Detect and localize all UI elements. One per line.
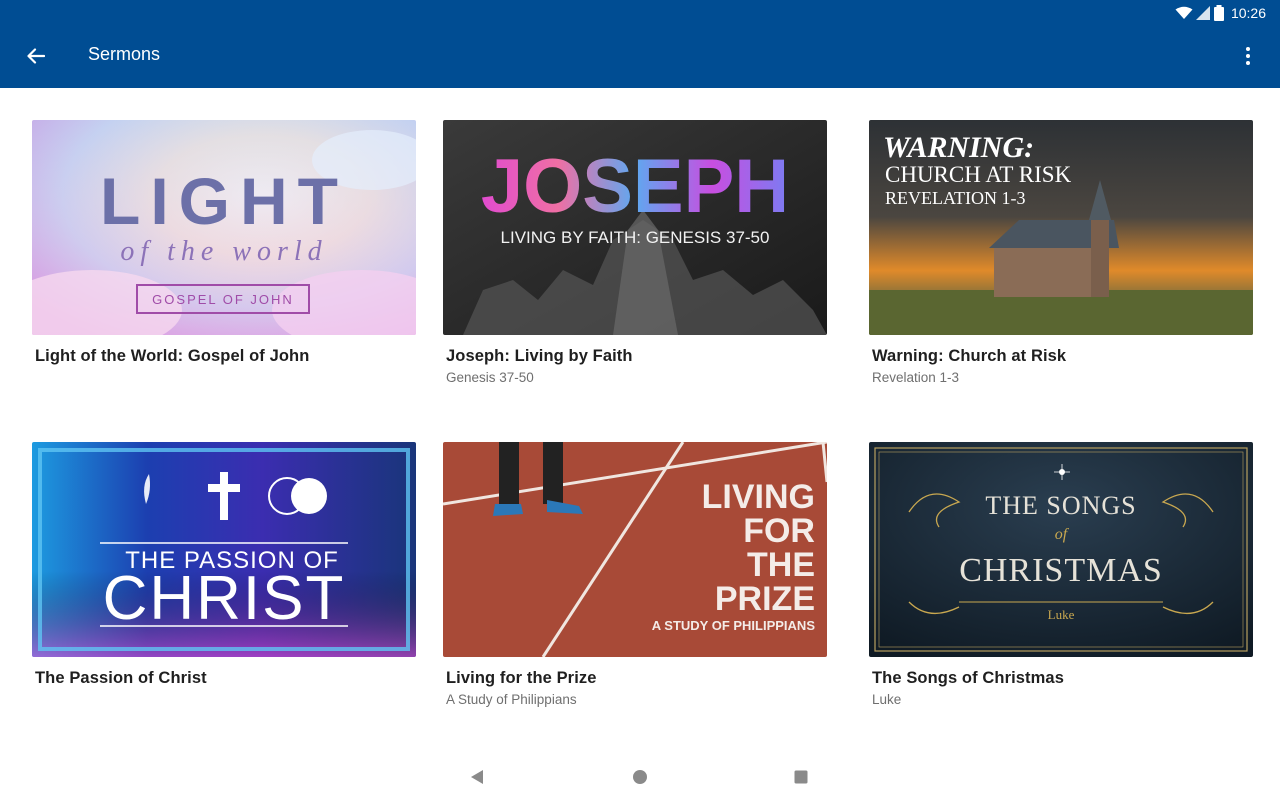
- sermon-title: Joseph: Living by Faith: [446, 347, 633, 365]
- sermon-card-light-of-the-world[interactable]: LIGHT of the world GOSPEL OF JOHN Light …: [32, 120, 416, 366]
- sermon-thumbnail: THE SONGS of CHRISTMAS Luke: [869, 442, 1253, 657]
- sermon-card-warning[interactable]: WARNING: CHURCH AT RISK REVELATION 1-3 W…: [869, 120, 1253, 385]
- art-line-5: A STUDY OF PHILIPPIANS: [652, 618, 816, 633]
- art-line-1: LIGHT: [100, 164, 348, 238]
- sermon-title: The Songs of Christmas: [872, 669, 1064, 687]
- sermon-card-passion-of-christ[interactable]: THE PASSION OF CHRIST The Passion of Chr…: [32, 442, 416, 688]
- sermon-title: Living for the Prize: [446, 669, 597, 687]
- recents-square-icon: [794, 770, 808, 784]
- art-line-3: REVELATION 1-3: [885, 188, 1025, 208]
- sermon-title: The Passion of Christ: [35, 669, 207, 687]
- sermon-thumbnail: WARNING: CHURCH AT RISK REVELATION 1-3: [869, 120, 1253, 335]
- sermon-thumbnail: LIVING FOR THE PRIZE A STUDY OF PHILIPPI…: [443, 442, 827, 657]
- sermon-title: Light of the World: Gospel of John: [35, 347, 310, 365]
- sermon-subtitle: Luke: [872, 692, 902, 707]
- sermon-title: Warning: Church at Risk: [872, 347, 1067, 365]
- home-circle-icon: [633, 770, 647, 784]
- sermon-subtitle: A Study of Philippians: [446, 692, 577, 707]
- back-button[interactable]: [20, 40, 52, 72]
- art-line-4: PRIZE: [715, 580, 815, 618]
- sermon-card-joseph[interactable]: JOSEPH LIVING BY FAITH: GENESIS 37-50 Jo…: [443, 120, 827, 385]
- sermon-card-songs-of-christmas[interactable]: THE SONGS of CHRISTMAS Luke The Songs of…: [869, 442, 1253, 707]
- sermon-thumbnail: JOSEPH LIVING BY FAITH: GENESIS 37-50: [443, 120, 827, 335]
- nav-recents-button[interactable]: [790, 766, 812, 788]
- more-vert-icon: [1246, 47, 1250, 51]
- more-options-button[interactable]: [1234, 42, 1262, 70]
- art-line-3: THE: [747, 546, 815, 584]
- signal-icon: [1195, 6, 1210, 20]
- art-line-2: LIVING BY FAITH: GENESIS 37-50: [501, 228, 770, 247]
- sermon-card-living-for-the-prize[interactable]: LIVING FOR THE PRIZE A STUDY OF PHILIPPI…: [443, 442, 827, 707]
- nav-home-button[interactable]: [629, 766, 651, 788]
- wifi-icon: [1175, 6, 1193, 19]
- nav-back-button[interactable]: [466, 766, 488, 788]
- arrow-back-icon: [27, 48, 45, 64]
- battery-icon: [1213, 5, 1224, 21]
- sermon-subtitle: Revelation 1-3: [872, 370, 960, 385]
- art-line-1: JOSEPH: [481, 144, 789, 229]
- art-line-3: GOSPEL OF JOHN: [152, 292, 294, 307]
- art-line-2: CHRIST: [103, 564, 346, 633]
- page-title: Sermons: [88, 44, 161, 64]
- art-line-1: WARNING:: [883, 131, 1034, 164]
- art-line-1: THE SONGS: [985, 491, 1136, 520]
- sermon-subtitle: Genesis 37-50: [446, 370, 534, 385]
- back-triangle-icon: [471, 770, 483, 784]
- toolbar: Sermons: [0, 24, 1280, 88]
- sermon-thumbnail: THE PASSION OF CHRIST: [32, 442, 416, 657]
- art-line-2: FOR: [743, 512, 815, 550]
- art-line-3: CHRISTMAS: [959, 552, 1163, 589]
- sermon-thumbnail: LIGHT of the world GOSPEL OF JOHN: [32, 120, 416, 335]
- status-time: 10:26: [1230, 5, 1266, 21]
- art-line-2: of the world: [120, 236, 327, 267]
- system-nav-bar: [0, 752, 1280, 800]
- art-line-2: CHURCH AT RISK: [885, 162, 1072, 187]
- status-bar: 10:26: [1175, 3, 1266, 23]
- app-bar: 10:26 Sermons: [0, 0, 1280, 88]
- art-line-4: Luke: [1048, 607, 1075, 622]
- art-line-1: LIVING: [702, 478, 815, 516]
